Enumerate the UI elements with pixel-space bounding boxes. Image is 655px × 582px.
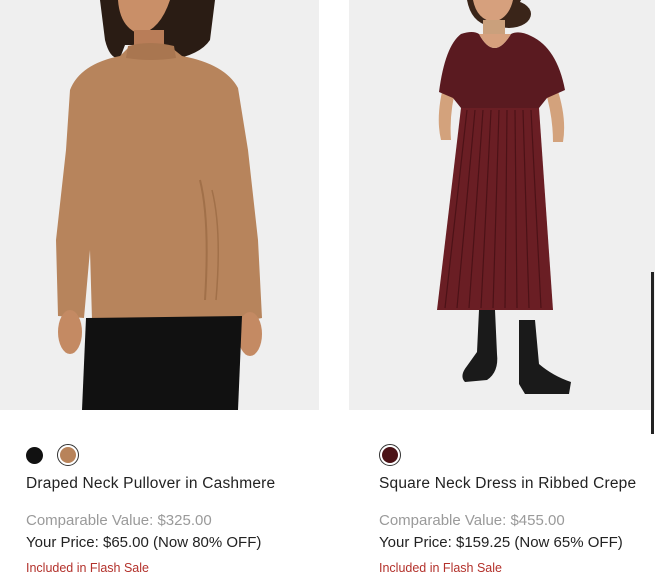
product-card[interactable]: Square Neck Dress in Ribbed Crepe Compar… bbox=[349, 0, 655, 575]
comparable-value: Comparable Value: $325.00 bbox=[26, 512, 212, 529]
product-card[interactable]: Draped Neck Pullover in Cashmere Compara… bbox=[0, 0, 320, 575]
scrollbar[interactable] bbox=[651, 272, 654, 434]
swatch-camel-selected[interactable] bbox=[57, 444, 79, 466]
pullover-photo bbox=[56, 0, 262, 410]
your-price: Your Price: $159.25 (Now 65% OFF) bbox=[379, 534, 623, 551]
comparable-value: Comparable Value: $455.00 bbox=[379, 512, 565, 529]
color-swatches bbox=[379, 444, 415, 466]
product-image[interactable] bbox=[0, 0, 319, 410]
product-name[interactable]: Draped Neck Pullover in Cashmere bbox=[26, 475, 275, 493]
flash-sale-label: Included in Flash Sale bbox=[26, 561, 149, 575]
your-price: Your Price: $65.00 (Now 80% OFF) bbox=[26, 534, 262, 551]
color-swatches bbox=[26, 444, 93, 466]
product-image[interactable] bbox=[349, 0, 655, 410]
flash-sale-label: Included in Flash Sale bbox=[379, 561, 502, 575]
product-grid: Draped Neck Pullover in Cashmere Compara… bbox=[0, 0, 655, 582]
product-name[interactable]: Square Neck Dress in Ribbed Crepe bbox=[379, 475, 636, 493]
swatch-burgundy-selected[interactable] bbox=[379, 444, 401, 466]
swatch-black[interactable] bbox=[26, 446, 43, 464]
dress-photo bbox=[437, 0, 571, 394]
